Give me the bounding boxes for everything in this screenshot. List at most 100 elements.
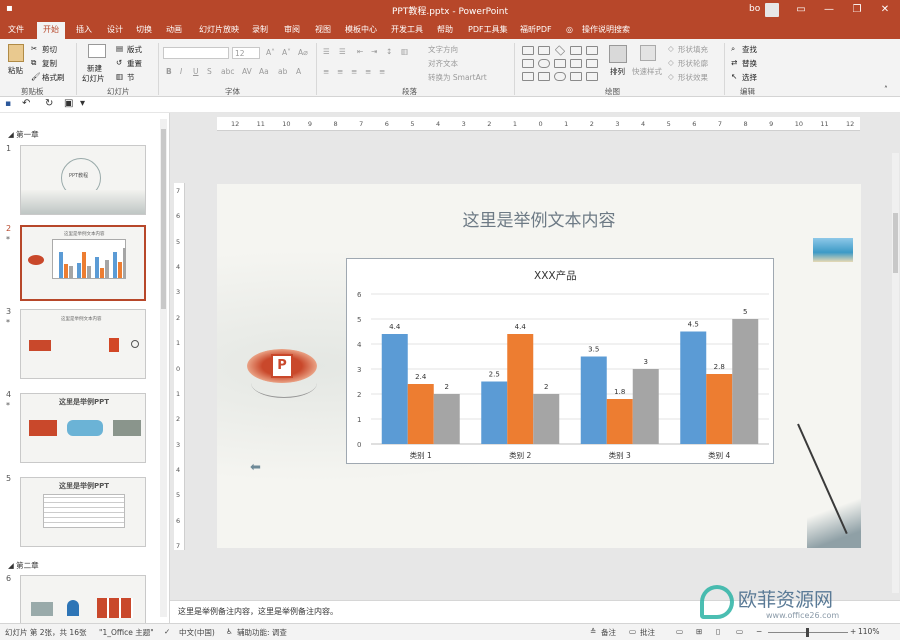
section-header-first[interactable]: ◢ 第一章 bbox=[8, 129, 39, 140]
reset-icon[interactable]: ↺ bbox=[116, 58, 122, 67]
scrollbar-thumb[interactable] bbox=[893, 213, 898, 273]
accessibility-status[interactable]: 辅助功能: 调查 bbox=[237, 627, 287, 638]
shape-star-icon[interactable] bbox=[554, 72, 566, 81]
underline-icon[interactable]: U bbox=[193, 67, 199, 76]
paste-icon[interactable] bbox=[8, 44, 24, 62]
close-button[interactable]: ✕ bbox=[871, 0, 899, 20]
arrange-button[interactable]: 排列 bbox=[610, 66, 625, 77]
select-icon[interactable]: ↖ bbox=[731, 72, 737, 81]
font-name-combo[interactable] bbox=[163, 47, 229, 59]
redo-icon[interactable]: ↻ bbox=[45, 98, 53, 109]
new-slide-icon[interactable] bbox=[88, 44, 106, 58]
shape-triangle-icon[interactable] bbox=[554, 59, 566, 68]
grow-font-icon[interactable]: A˄ bbox=[266, 48, 275, 57]
tab-pdf-tools[interactable]: PDF工具集 bbox=[468, 23, 508, 39]
cut-button[interactable]: 剪切 bbox=[42, 44, 57, 55]
reset-button[interactable]: 重置 bbox=[127, 58, 142, 69]
text-direction-button[interactable]: 文字方向 bbox=[428, 44, 458, 55]
numbering-icon[interactable]: ☰ bbox=[339, 47, 346, 56]
restore-button[interactable]: ❐ bbox=[843, 0, 871, 20]
normal-view-icon[interactable]: ▭ bbox=[676, 627, 683, 636]
quick-styles-button[interactable]: 快速样式 bbox=[632, 66, 662, 77]
tab-template-center[interactable]: 模板中心 bbox=[345, 23, 377, 39]
section-icon[interactable]: ▥ bbox=[116, 72, 123, 81]
section-header-second[interactable]: ◢ 第二章 bbox=[8, 560, 39, 571]
landscape-image[interactable] bbox=[813, 238, 853, 262]
tab-transitions[interactable]: 切换 bbox=[136, 23, 152, 39]
italic-icon[interactable]: I bbox=[180, 67, 182, 76]
decrease-indent-icon[interactable]: ⇤ bbox=[357, 47, 363, 56]
spacing-icon[interactable]: AV bbox=[242, 67, 252, 76]
shape-oval-icon[interactable] bbox=[538, 59, 550, 68]
tab-developer[interactable]: 开发工具 bbox=[391, 23, 423, 39]
slide-canvas[interactable]: 这里是举例文本内容 P ⬅ XXX产品 0 1 2 3 4 5 6 4.4 2.4 2 类别 1 2.… bbox=[217, 184, 861, 548]
tab-review[interactable]: 审阅 bbox=[284, 23, 300, 39]
paste-button[interactable]: 粘贴 bbox=[8, 65, 23, 76]
increase-indent-icon[interactable]: ⇥ bbox=[371, 47, 377, 56]
quick-styles-icon[interactable] bbox=[640, 45, 656, 61]
convert-smartart-button[interactable]: 转换为 SmartArt bbox=[428, 72, 487, 83]
save-icon[interactable]: ▪ bbox=[5, 99, 11, 109]
scrollbar-thumb[interactable] bbox=[161, 129, 166, 309]
justify-icon[interactable]: ≡ bbox=[365, 67, 371, 76]
shape-bracket-icon[interactable] bbox=[586, 59, 598, 68]
shape-brace-icon[interactable] bbox=[522, 72, 534, 81]
shape-brace2-icon[interactable] bbox=[538, 72, 550, 81]
layout-button[interactable]: 版式 bbox=[127, 44, 142, 55]
tab-animations[interactable]: 动画 bbox=[166, 23, 182, 39]
back-arrow-icon[interactable]: ⬅ bbox=[250, 460, 261, 475]
shape-effects-icon[interactable]: ◇ bbox=[668, 72, 674, 81]
find-button[interactable]: 查找 bbox=[742, 44, 757, 55]
shape-arrow2-icon[interactable] bbox=[586, 46, 598, 55]
shape-effects-button[interactable]: 形状效果 bbox=[678, 72, 708, 83]
slide-thumbnail-5[interactable]: 这里是举例PPT bbox=[20, 477, 146, 547]
tab-view[interactable]: 视图 bbox=[315, 23, 331, 39]
zoom-level[interactable]: 110% bbox=[858, 627, 879, 636]
new-slide-button-label[interactable]: 幻灯片 bbox=[82, 73, 105, 84]
layout-icon[interactable]: ▤ bbox=[116, 44, 123, 53]
tab-help[interactable]: 帮助 bbox=[437, 23, 453, 39]
ribbon-display-button[interactable]: ▭ bbox=[787, 0, 815, 20]
line-spacing-icon[interactable]: ↕ bbox=[386, 47, 392, 56]
slide-sorter-icon[interactable]: ⊞ bbox=[696, 627, 702, 636]
comments-button[interactable]: 批注 bbox=[640, 627, 655, 638]
zoom-in-icon[interactable]: + bbox=[850, 627, 856, 636]
slide-thumbnail-1[interactable]: PPT教程 bbox=[20, 145, 146, 215]
user-name[interactable]: bo bbox=[749, 4, 760, 14]
font-size-combo[interactable]: 12 bbox=[232, 47, 260, 59]
format-painter-icon[interactable]: 🖌 bbox=[31, 72, 41, 81]
editor-scrollbar[interactable] bbox=[892, 153, 899, 593]
shadow-icon[interactable]: S bbox=[207, 67, 212, 76]
cut-icon[interactable]: ✂ bbox=[31, 44, 37, 53]
chevron-down-icon[interactable]: ▾ bbox=[80, 98, 85, 109]
replace-icon[interactable]: ⇄ bbox=[731, 58, 737, 67]
format-painter-button[interactable]: 格式刷 bbox=[42, 72, 65, 83]
tab-insert[interactable]: 插入 bbox=[76, 23, 92, 39]
align-left-icon[interactable]: ≡ bbox=[323, 67, 329, 76]
undo-icon[interactable]: ↶ bbox=[22, 98, 30, 109]
tab-home[interactable]: 开始 bbox=[37, 22, 65, 39]
zoom-slider-thumb[interactable] bbox=[806, 628, 809, 637]
notes-icon[interactable]: ≙ bbox=[590, 627, 596, 636]
align-right-icon[interactable]: ≡ bbox=[351, 67, 357, 76]
notes-text[interactable]: 这里是举例备注内容，这里是举例备注内容。 bbox=[178, 606, 338, 617]
shape-rect2-icon[interactable] bbox=[522, 59, 534, 68]
shape-fill-button[interactable]: 形状填充 bbox=[678, 44, 708, 55]
section-button[interactable]: 节 bbox=[127, 72, 135, 83]
shape-lshape-icon[interactable] bbox=[570, 59, 582, 68]
search-icon[interactable]: ⌕ bbox=[731, 44, 735, 54]
minimize-button[interactable]: — bbox=[815, 0, 843, 20]
shape-line-icon[interactable] bbox=[554, 45, 566, 56]
avatar[interactable] bbox=[765, 3, 779, 17]
slide-title[interactable]: 这里是举例文本内容 bbox=[217, 206, 861, 231]
slide-thumbnail-6[interactable] bbox=[20, 575, 146, 623]
bullets-icon[interactable]: ☰ bbox=[323, 47, 330, 56]
present-icon[interactable]: ▣ bbox=[64, 98, 73, 109]
shape-textbox-icon[interactable] bbox=[538, 46, 550, 55]
reading-view-icon[interactable]: ▯ bbox=[716, 627, 720, 636]
shapes-gallery[interactable] bbox=[520, 44, 600, 84]
select-button[interactable]: 选择 bbox=[742, 72, 757, 83]
change-case-icon[interactable]: Aa bbox=[259, 67, 269, 76]
notes-button[interactable]: 备注 bbox=[601, 627, 616, 638]
distribute-icon[interactable]: ≡ bbox=[379, 67, 385, 76]
